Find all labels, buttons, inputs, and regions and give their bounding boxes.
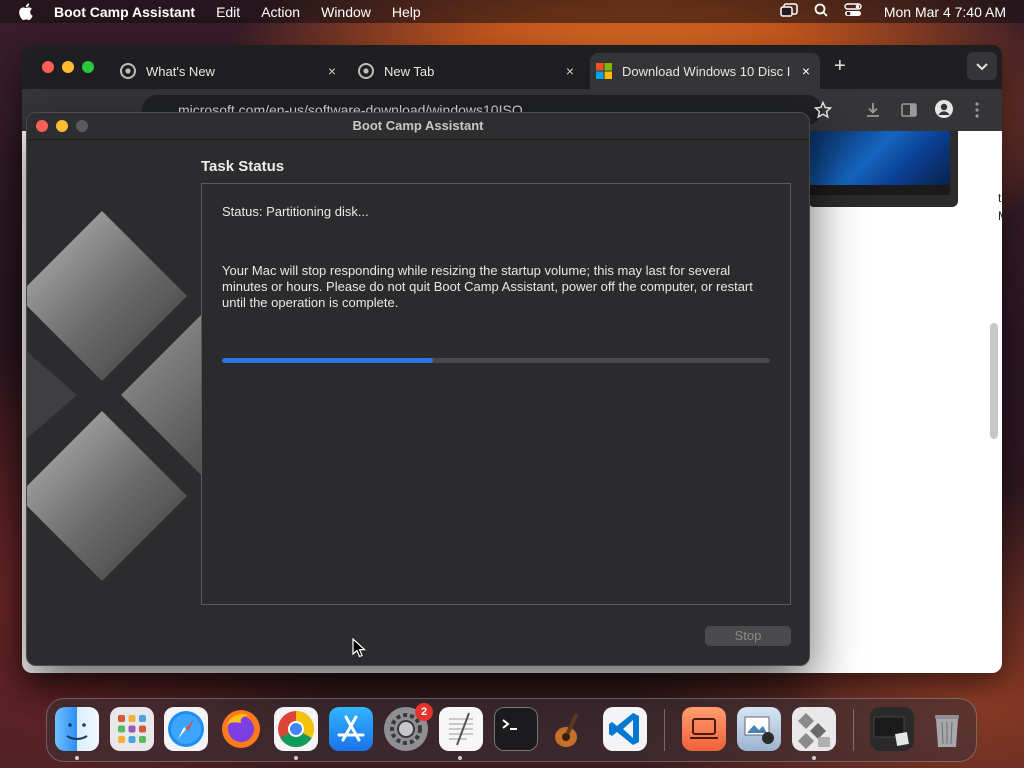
task-status-heading: Task Status (201, 158, 285, 175)
menu-help[interactable]: Help (392, 4, 421, 20)
visual-studio-code-icon[interactable] (603, 707, 647, 751)
progress-bar-fill (222, 358, 433, 363)
running-indicator (458, 756, 462, 760)
dock-separator (664, 709, 665, 751)
menu-window[interactable]: Window (321, 4, 371, 20)
tab-label: What's New (146, 63, 215, 79)
tab-close-icon[interactable]: × (802, 63, 810, 79)
boot-camp-assistant-icon[interactable] (792, 707, 836, 751)
mouse-pointer-icon (352, 638, 366, 658)
finder-icon[interactable] (55, 707, 99, 751)
migration-assistant-icon[interactable] (682, 707, 726, 751)
screen-mirroring-icon[interactable] (780, 3, 798, 20)
textedit-icon[interactable] (439, 707, 483, 751)
garageband-icon[interactable] (548, 707, 592, 751)
chrome-favicon-icon (120, 63, 136, 79)
more-options-icon[interactable] (974, 101, 980, 124)
spotlight-search-icon[interactable] (814, 3, 828, 20)
tab-search-button[interactable] (967, 52, 997, 80)
tab-close-icon[interactable]: × (328, 63, 336, 79)
app-store-icon[interactable] (329, 707, 373, 751)
download-icon[interactable] (864, 101, 882, 124)
minimize-window-icon[interactable] (62, 61, 74, 73)
chevron-down-icon (976, 63, 988, 71)
browser-window-controls (42, 61, 94, 73)
new-tab-button[interactable]: + (834, 55, 846, 78)
boot-camp-titlebar[interactable]: Boot Camp Assistant (27, 113, 809, 140)
page-side-text: t M (998, 191, 1002, 223)
tab-whats-new[interactable]: What's New × (120, 53, 346, 89)
boot-camp-window: Boot Camp Assistant Task Status Status: … (26, 112, 810, 666)
running-indicator (294, 756, 298, 760)
tab-close-icon[interactable]: × (566, 63, 574, 79)
tab-download-windows[interactable]: Download Windows 10 Disc I × (590, 53, 820, 89)
firefox-icon[interactable] (219, 707, 263, 751)
running-indicator (812, 756, 816, 760)
chrome-favicon-icon (358, 63, 374, 79)
launchpad-icon[interactable] (110, 707, 154, 751)
tab-new-tab[interactable]: New Tab × (358, 53, 584, 89)
downloads-stack-icon[interactable] (870, 707, 914, 751)
side-panel-icon[interactable] (900, 101, 918, 124)
browser-tab-strip: What's New × New Tab × Download Windows … (22, 45, 1002, 89)
side-text-line: M (998, 209, 1002, 223)
menu-action[interactable]: Action (261, 4, 300, 20)
window-title: Boot Camp Assistant (352, 118, 484, 133)
terminal-icon[interactable] (494, 707, 538, 751)
windows-laptop-image (808, 131, 958, 207)
tab-label: New Tab (384, 63, 435, 79)
safari-icon[interactable] (164, 707, 208, 751)
progress-bar (222, 358, 770, 363)
bookmark-star-icon[interactable] (813, 100, 833, 124)
tab-label: Download Windows 10 Disc I (622, 63, 791, 79)
stop-button[interactable]: Stop (705, 626, 791, 646)
page-scrollbar[interactable] (990, 323, 998, 439)
preview-icon[interactable] (737, 707, 781, 751)
profile-icon[interactable] (934, 99, 954, 124)
apple-menu-icon[interactable] (18, 3, 34, 21)
trash-icon[interactable] (925, 707, 969, 751)
menubar-clock[interactable]: Mon Mar 4 7:40 AM (884, 4, 1006, 20)
menu-bar: Boot Camp Assistant Edit Action Window H… (0, 0, 1024, 23)
control-center-icon[interactable] (844, 3, 862, 20)
google-chrome-icon[interactable] (274, 707, 318, 751)
microsoft-logo-icon (596, 63, 612, 79)
close-window-icon[interactable] (42, 61, 54, 73)
status-text: Status: Partitioning disk... (222, 204, 369, 219)
dock-separator (853, 709, 854, 751)
side-text-line: t (998, 191, 1002, 205)
task-status-panel: Status: Partitioning disk... Your Mac wi… (201, 183, 791, 605)
running-indicator (75, 756, 79, 760)
warning-description: Your Mac will stop responding while resi… (222, 263, 753, 310)
app-name-menu[interactable]: Boot Camp Assistant (54, 4, 195, 20)
dock: 2 (46, 698, 977, 762)
notification-badge: 2 (415, 703, 433, 721)
menu-edit[interactable]: Edit (216, 4, 240, 20)
zoom-window-icon[interactable] (82, 61, 94, 73)
